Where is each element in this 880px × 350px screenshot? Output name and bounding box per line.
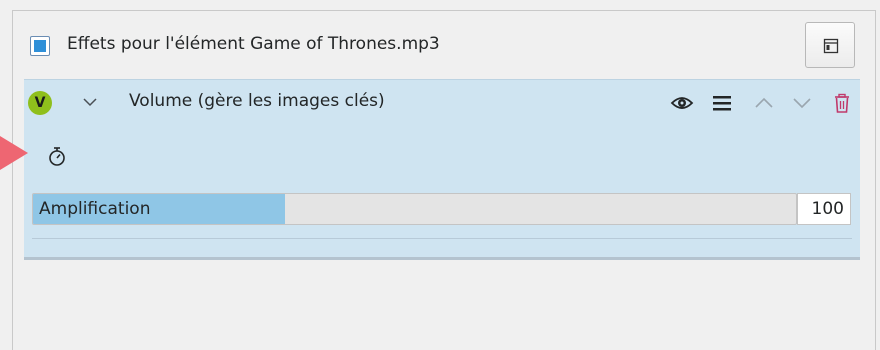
amplification-label: Amplification — [39, 199, 151, 219]
effect-badge: V — [28, 91, 52, 115]
checkbox-checked-indicator — [34, 40, 46, 52]
effect-divider — [32, 238, 852, 239]
chevron-down-icon[interactable] — [82, 96, 98, 108]
trash-icon[interactable] — [830, 92, 854, 114]
move-up-icon[interactable] — [752, 92, 776, 114]
effect-name: Volume (gère les images clés) — [129, 91, 385, 111]
annotation-arrow-icon — [0, 136, 28, 170]
amplification-slider[interactable]: Amplification — [32, 193, 797, 225]
hamburger-menu-icon[interactable] — [710, 92, 734, 114]
stopwatch-icon[interactable] — [47, 145, 67, 167]
eye-icon[interactable] — [670, 92, 694, 114]
effects-header-title: Effets pour l'élément Game of Thrones.mp… — [67, 34, 440, 54]
amplification-value-field[interactable]: 100 — [797, 193, 851, 225]
effects-enable-checkbox[interactable] — [30, 36, 50, 56]
layout-toggle-button[interactable] — [805, 22, 855, 68]
layout-icon — [823, 38, 839, 54]
move-down-icon[interactable] — [790, 92, 814, 114]
